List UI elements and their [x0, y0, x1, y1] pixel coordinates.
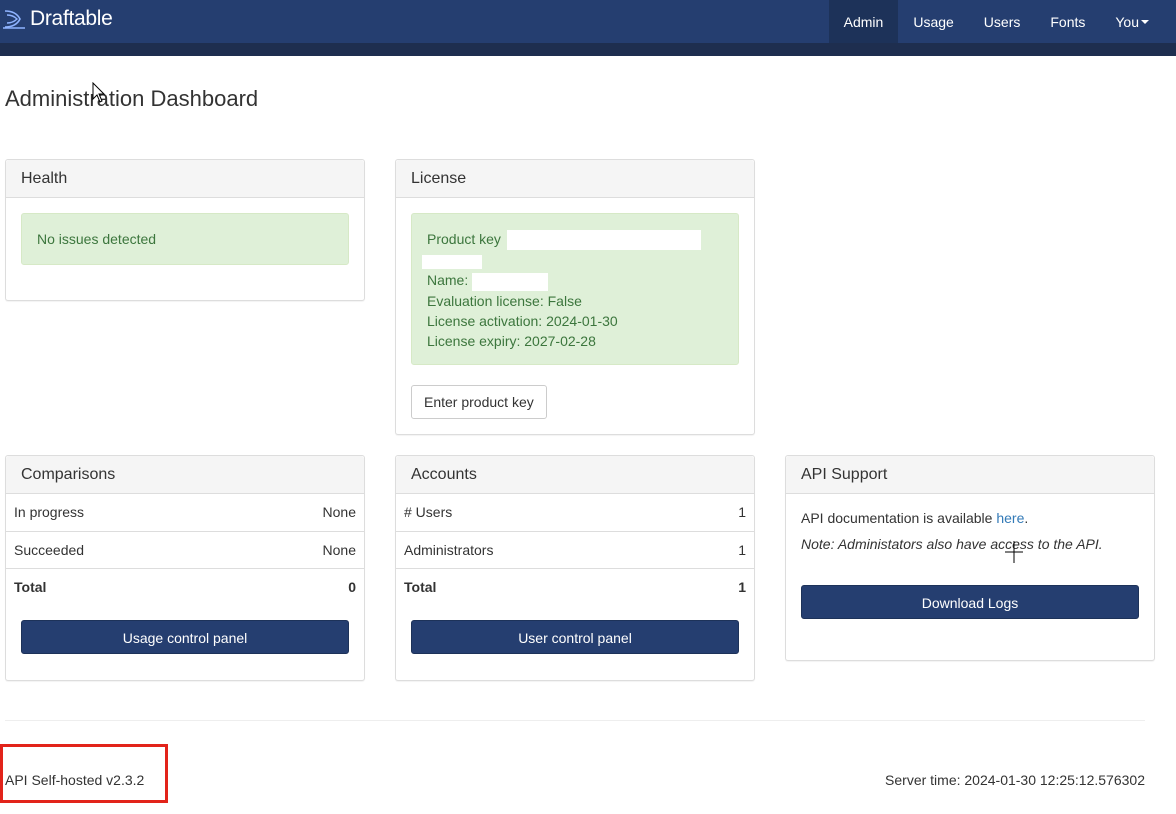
health-panel: Health No issues detected [5, 159, 365, 301]
product-key-line: Product key [427, 229, 723, 251]
server-time: Server time: 2024-01-30 12:25:12.576302 [885, 772, 1145, 788]
accounts-panel: Accounts # Users 1 Administrators 1 Tota… [395, 455, 755, 681]
health-status-alert: No issues detected [21, 213, 349, 265]
table-row: In progress None [6, 494, 364, 531]
row-value: None [233, 530, 364, 568]
mouse-pointer-icon [92, 82, 106, 103]
row-label: Succeeded [6, 530, 234, 568]
api-doc-end: . [1024, 510, 1029, 526]
license-activation: License activation: 2024-01-30 [427, 312, 618, 329]
comparisons-table: In progress None Succeeded None Total 0 [6, 494, 364, 605]
row-value: 0 [233, 567, 364, 605]
license-details-alert: Product key Name: Evaluation license: Fa… [411, 213, 739, 365]
brand-name: Draftable [30, 7, 113, 30]
nav-item-admin[interactable]: Admin [828, 0, 899, 43]
license-name-label: Name: [427, 272, 469, 289]
draftable-logo-icon [3, 10, 25, 29]
accounts-panel-title: Accounts [396, 456, 754, 494]
license-name-line: Name: [427, 270, 723, 291]
version-highlight-box [0, 744, 168, 803]
footer-divider [5, 720, 1145, 721]
row-value: 1 [688, 530, 754, 568]
download-logs-button[interactable]: Download Logs [801, 585, 1139, 619]
row-label: Administrators [396, 530, 689, 568]
nav-item-usage[interactable]: Usage [898, 0, 968, 43]
api-doc-line: API documentation is available here. [801, 510, 1139, 526]
product-key-redacted-continued [422, 254, 482, 269]
license-expiry: License expiry: 2027-02-28 [427, 332, 596, 349]
nav-item-you-label: You [1115, 13, 1139, 30]
api-access-note: Note: Administators also have access to … [801, 536, 1103, 552]
license-panel-title: License [396, 160, 754, 198]
table-row: Succeeded None [6, 530, 364, 568]
row-label: Total [396, 567, 689, 605]
health-status-text: No issues detected [37, 231, 157, 247]
evaluation-license: Evaluation license: False [427, 292, 582, 309]
top-navbar: Draftable Admin Usage Users Fonts You [0, 0, 1176, 43]
nav-item-users[interactable]: Users [969, 0, 1036, 43]
enter-product-key-button[interactable]: Enter product key [411, 385, 547, 419]
license-name-redacted [472, 272, 549, 291]
api-support-panel: API Support API documentation is availab… [785, 455, 1155, 661]
navbar-bottom-strip [0, 43, 1176, 56]
user-control-panel-button[interactable]: User control panel [411, 620, 739, 654]
page-title: Administration Dashboard [5, 86, 259, 111]
license-panel: License Product key Name: Evaluation lic… [395, 159, 755, 435]
comparisons-panel: Comparisons In progress None Succeeded N… [5, 455, 365, 681]
row-label: Total [6, 567, 234, 605]
row-value: None [322, 504, 356, 521]
api-doc-text: API documentation is available [801, 510, 997, 526]
product-key-redacted [506, 230, 701, 251]
nav-item-fonts[interactable]: Fonts [1035, 0, 1100, 43]
crosshair-cursor-icon [1005, 541, 1023, 563]
api-doc-link[interactable]: here [996, 510, 1024, 526]
api-support-panel-title: API Support [786, 456, 1154, 494]
product-key-label: Product key [427, 231, 501, 247]
brand-link[interactable]: Draftable [3, 5, 113, 33]
comparisons-panel-title: Comparisons [6, 456, 364, 494]
table-row: # Users 1 [396, 494, 754, 531]
row-label: # Users [404, 504, 453, 521]
table-row-total: Total 0 [6, 567, 364, 605]
nav-item-you-dropdown[interactable]: You [1100, 0, 1164, 43]
row-label: In progress [14, 504, 85, 521]
usage-control-panel-button[interactable]: Usage control panel [21, 620, 349, 654]
row-value: 1 [688, 567, 754, 605]
accounts-table: # Users 1 Administrators 1 Total 1 [396, 494, 754, 605]
health-panel-title: Health [6, 160, 364, 198]
table-row-total: Total 1 [396, 567, 754, 605]
table-row: Administrators 1 [396, 530, 754, 568]
main-nav: Admin Usage Users Fonts You [828, 0, 1164, 43]
caret-down-icon [1141, 19, 1149, 24]
row-value: 1 [738, 504, 746, 521]
